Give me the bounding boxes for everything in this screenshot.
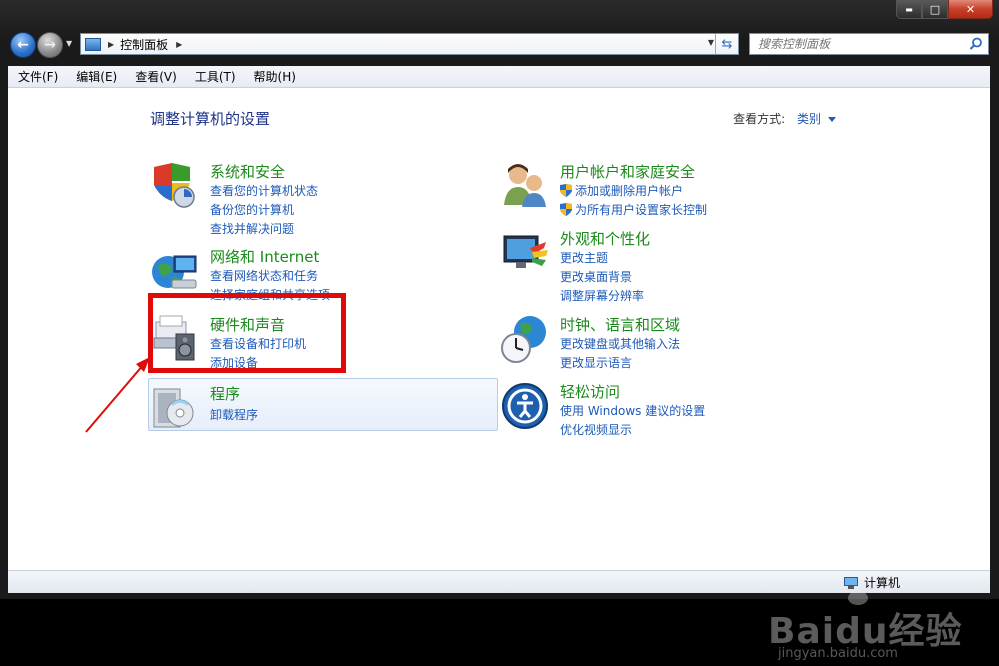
link-backup-computer[interactable]: 备份您的计算机 — [210, 201, 294, 218]
link-view-computer-status[interactable]: 查看您的计算机状态 — [210, 182, 318, 199]
annotation-arrow — [85, 357, 150, 433]
breadcrumb-separator-icon[interactable]: ▶ — [108, 40, 114, 49]
link-windows-recommended[interactable]: 使用 Windows 建议的设置 — [560, 402, 705, 419]
category-system-security: 系统和安全 查看您的计算机状态 备份您的计算机 查找并解决问题 — [150, 161, 470, 236]
view-by-label: 查看方式: — [733, 112, 786, 126]
link-change-display-language[interactable]: 更改显示语言 — [560, 354, 632, 371]
uac-shield-icon — [560, 184, 572, 197]
address-bar[interactable]: ▶ 控制面板 ▶ ▼ ⇆ — [80, 33, 739, 55]
link-change-background[interactable]: 更改桌面背景 — [560, 268, 632, 285]
link-change-input-method[interactable]: 更改键盘或其他输入法 — [560, 335, 680, 352]
maximize-button[interactable]: □ — [922, 0, 948, 19]
category-user-accounts: 用户帐户和家庭安全 添加或删除用户帐户 为所有用户设置家长控制 — [500, 161, 820, 217]
status-bar: 计算机 — [8, 570, 990, 593]
menu-edit[interactable]: 编辑(E) — [66, 68, 125, 85]
menu-view[interactable]: 查看(V) — [125, 68, 185, 85]
main-content: 调整计算机的设置 查看方式: 类别 系统和安全 查看您的计算机状态 备份您的计算… — [8, 88, 990, 661]
globe-network-icon — [152, 255, 197, 289]
category-title-ease-of-access[interactable]: 轻松访问 — [560, 381, 620, 402]
category-title-network-internet[interactable]: 网络和 Internet — [210, 246, 319, 267]
link-add-remove-users[interactable]: 添加或删除用户帐户 — [560, 182, 683, 199]
recent-pages-dropdown[interactable]: ▼ — [66, 39, 72, 48]
menu-help[interactable]: 帮助(H) — [244, 68, 304, 85]
category-title-system-security[interactable]: 系统和安全 — [210, 161, 285, 182]
control-panel-window: ▬ □ ✕ ← → ▼ ▶ 控制面板 ▶ ▼ ⇆ 文件(F) 编辑(E) 查看(… — [0, 0, 999, 661]
uac-shield-icon — [560, 203, 572, 216]
appearance-monitor-icon — [503, 235, 548, 268]
link-troubleshoot[interactable]: 查找并解决问题 — [210, 220, 294, 237]
clock-globe-icon — [501, 316, 546, 363]
page-title: 调整计算机的设置 — [150, 110, 271, 128]
breadcrumb-control-panel[interactable]: 控制面板 — [120, 36, 168, 53]
users-icon — [504, 164, 546, 207]
navigation-bar: ← → ▼ ▶ 控制面板 ▶ ▼ ⇆ — [0, 28, 999, 62]
link-parental-controls[interactable]: 为所有用户设置家长控制 — [560, 201, 707, 218]
menu-tools[interactable]: 工具(T) — [185, 68, 244, 85]
minimize-button[interactable]: ▬ — [896, 0, 922, 19]
address-dropdown-icon[interactable]: ▼ — [708, 38, 714, 47]
breadcrumb-separator-icon[interactable]: ▶ — [176, 40, 182, 49]
link-optimize-display[interactable]: 优化视频显示 — [560, 421, 632, 438]
refresh-icon: ⇆ — [721, 36, 733, 52]
back-button[interactable]: ← — [10, 32, 36, 58]
link-network-status[interactable]: 查看网络状态和任务 — [210, 267, 318, 284]
category-title-appearance[interactable]: 外观和个性化 — [560, 228, 650, 249]
link-screen-resolution[interactable]: 调整屏幕分辨率 — [560, 287, 644, 304]
link-uninstall-program[interactable]: 卸载程序 — [210, 406, 258, 423]
programs-disc-icon — [153, 388, 194, 428]
control-panel-icon — [85, 37, 101, 51]
computer-icon — [843, 576, 858, 589]
back-arrow-icon: ← — [17, 37, 29, 53]
view-by-dropdown[interactable]: 类别 — [797, 112, 836, 126]
security-shield-icon — [154, 163, 195, 208]
category-clock-region: 时钟、语言和区域 更改键盘或其他输入法 更改显示语言 — [500, 314, 820, 370]
forward-button[interactable]: → — [37, 32, 63, 58]
view-by: 查看方式: 类别 — [733, 110, 836, 127]
caption-buttons: ▬ □ ✕ — [896, 0, 993, 20]
category-title-programs[interactable]: 程序 — [210, 383, 240, 404]
refresh-button[interactable]: ⇆ — [715, 34, 738, 54]
menu-file[interactable]: 文件(F) — [8, 68, 66, 85]
annotation-highlight-box — [148, 293, 346, 373]
search-box[interactable] — [749, 33, 989, 55]
close-button[interactable]: ✕ — [948, 0, 993, 19]
search-icon[interactable] — [969, 37, 983, 51]
category-ease-of-access: 轻松访问 使用 Windows 建议的设置 优化视频显示 — [500, 381, 820, 437]
chevron-down-icon — [828, 117, 836, 122]
status-computer: 计算机 — [843, 574, 900, 591]
category-title-clock-region[interactable]: 时钟、语言和区域 — [560, 314, 680, 335]
search-input[interactable] — [750, 36, 960, 52]
watermark-site: jingyan.baidu.com — [778, 646, 898, 661]
menu-bar: 文件(F) 编辑(E) 查看(V) 工具(T) 帮助(H) — [8, 66, 990, 88]
forward-arrow-icon: → — [44, 37, 56, 53]
category-programs: 程序 卸载程序 — [150, 383, 470, 428]
category-network-internet: 网络和 Internet 查看网络状态和任务 选择家庭组和共享选项 — [150, 246, 470, 302]
ease-of-access-icon — [502, 383, 548, 429]
category-title-user-accounts[interactable]: 用户帐户和家庭安全 — [560, 161, 695, 182]
category-appearance: 外观和个性化 更改主题 更改桌面背景 调整屏幕分辨率 — [500, 228, 820, 303]
link-change-theme[interactable]: 更改主题 — [560, 249, 608, 266]
